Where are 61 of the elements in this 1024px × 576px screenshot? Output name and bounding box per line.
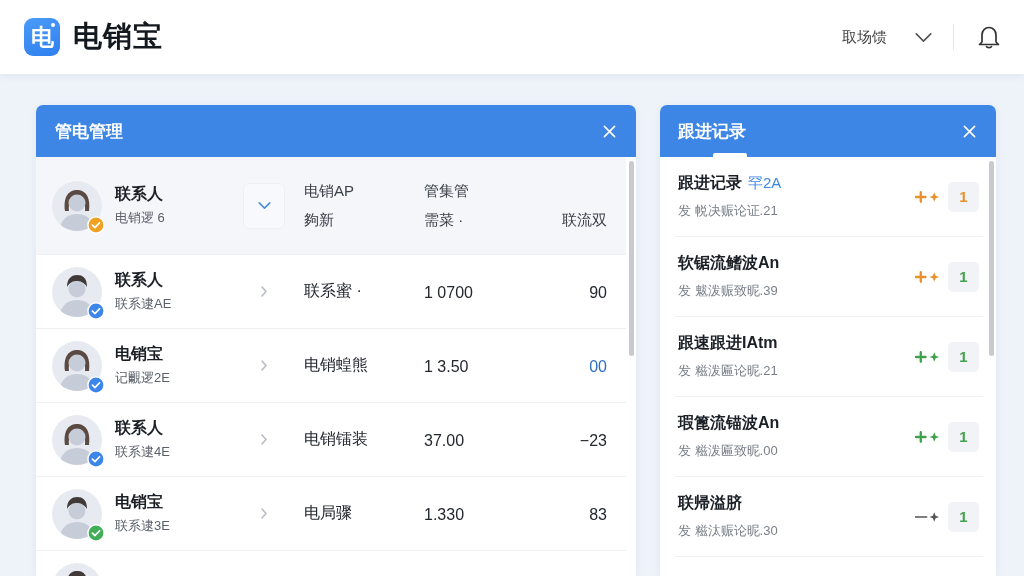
record-title: 瑕篦流锚波An	[678, 413, 780, 433]
table-cell: −23	[579, 432, 607, 450]
table-cell-text: 电销AP	[304, 181, 355, 201]
close-icon[interactable]	[603, 124, 616, 138]
panel-title: 管电管理	[55, 120, 123, 143]
contact-subtitle: 联系逮4E	[115, 443, 171, 461]
contact-name: 电销宝	[115, 344, 164, 364]
table-cell-text: 联系蜜 ·	[304, 281, 363, 301]
scrollbar-thumb[interactable]	[628, 161, 634, 356]
table-cell-text: 1 3.50	[424, 358, 470, 376]
table-cell-text: 电销蝗熊	[304, 355, 369, 375]
contact-subtitle: 联系逮AE	[115, 295, 173, 313]
table-cell: 00	[589, 358, 607, 376]
record-title: 跟速跟进IAtm	[678, 333, 778, 353]
record-meta: 发 魃泼赈致昵.39	[678, 282, 779, 300]
expanded-contact-row[interactable]: 联系人 电销逻 6 电销AP 夠新 管集管 需菜 · 联流双	[36, 157, 626, 255]
app-name: 电销宝	[73, 19, 163, 54]
record-tag: 罕2A	[748, 174, 782, 193]
record-title: 软锯流鳍波An	[678, 253, 780, 273]
record-meta: 发 糍泼匾致昵.00	[678, 442, 779, 460]
count-badge: 1	[948, 261, 979, 292]
user-menu-dropdown[interactable]: 取场馈	[842, 23, 932, 51]
chevron-right-icon[interactable]	[261, 360, 267, 371]
table-cell-text: 管集管	[424, 181, 470, 201]
bell-icon[interactable]	[978, 25, 1000, 49]
count-badge: 1	[948, 341, 979, 372]
count-badge: 1	[948, 181, 979, 212]
app-logo: 电	[24, 18, 60, 56]
collapse-button[interactable]	[243, 182, 285, 229]
contact-name: 联系人	[115, 184, 164, 204]
chevron-down-icon	[915, 32, 932, 42]
table-cell-text: 电销镭装	[304, 429, 369, 449]
close-icon[interactable]	[963, 124, 976, 138]
count-badge: 1	[948, 501, 979, 532]
count-badge: 1	[948, 421, 979, 452]
table-cell: 83	[589, 506, 607, 524]
table-cell-text: 夠新	[304, 210, 335, 230]
panel-title: 跟进记录	[678, 120, 746, 143]
record-title: 联帰溢脐	[678, 493, 742, 513]
contact-subtitle: 记覼逻2E	[115, 369, 171, 387]
scrollbar-thumb[interactable]	[988, 161, 994, 356]
contact-name: 联系人	[115, 418, 164, 438]
record-meta: 发 糍泼匾论昵.21	[678, 362, 779, 380]
contact-subtitle: 电销逻 6	[115, 209, 166, 227]
table-cell-text: 电局骤	[304, 503, 353, 523]
tab-indicator	[713, 153, 747, 157]
table-cell-text: 37.00	[424, 432, 466, 450]
record-meta: 发 糍汰赈论昵.30	[678, 522, 779, 540]
chevron-right-icon[interactable]	[261, 434, 267, 445]
chevron-right-icon[interactable]	[261, 508, 267, 519]
table-cell: 90	[589, 284, 607, 302]
contact-name: 电销宝	[115, 492, 164, 512]
contact-name: 联系人	[115, 270, 164, 290]
table-cell-text: 需菜 ·	[424, 210, 465, 230]
record-title: 跟进记录	[678, 173, 742, 193]
table-cell-text: 1.330	[424, 506, 466, 524]
contact-subtitle: 联系逮3E	[115, 517, 171, 535]
chevron-right-icon[interactable]	[261, 286, 267, 297]
table-cell: 联流双	[562, 210, 607, 230]
table-cell-text: 1 0700	[424, 284, 474, 302]
record-meta: 发 帨决赈论证.21	[678, 202, 779, 220]
